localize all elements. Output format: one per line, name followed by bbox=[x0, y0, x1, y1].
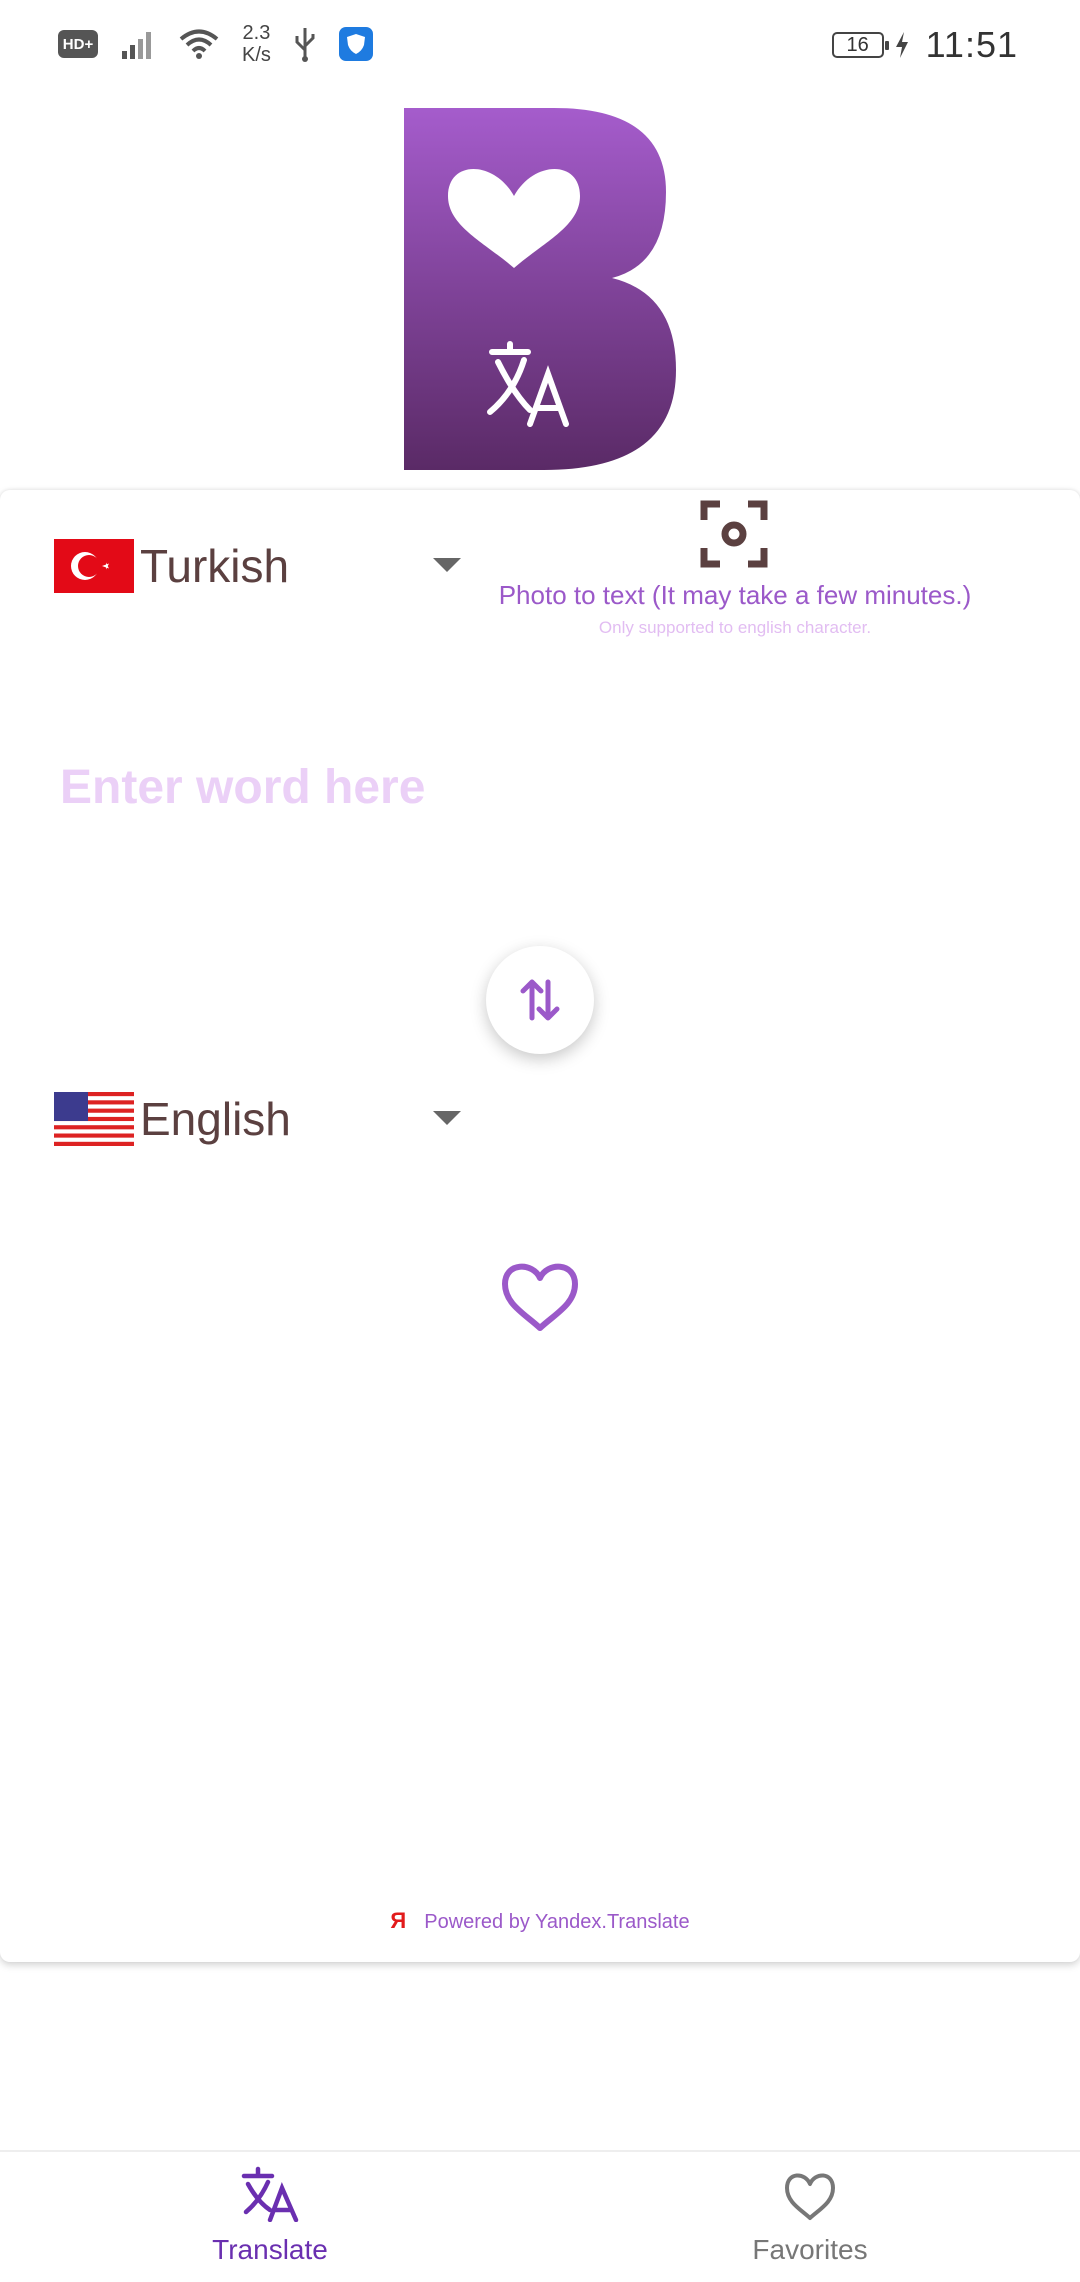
photo-to-text-note: Only supported to english character. bbox=[598, 618, 872, 637]
speed-value: 2.3 bbox=[242, 22, 271, 44]
target-dropdown-arrow-icon[interactable] bbox=[433, 1111, 461, 1125]
favorites-heart-icon bbox=[785, 2173, 835, 2220]
source-dropdown-arrow-icon[interactable] bbox=[433, 558, 461, 572]
usb-icon bbox=[295, 28, 315, 62]
swap-languages-button[interactable] bbox=[486, 946, 594, 1054]
bottom-navigation: Translate Favorites bbox=[0, 2150, 1080, 2282]
status-bar: HD+ 2.3 K/s 16 11:51 bbox=[0, 0, 1080, 92]
target-language-label: English bbox=[140, 1093, 291, 1145]
nav-tab-translate[interactable]: Translate bbox=[120, 2166, 420, 2266]
add-favorite-heart-icon[interactable] bbox=[499, 1258, 581, 1332]
yandex-logo-icon: Я bbox=[390, 1908, 407, 1933]
source-language-label: Turkish bbox=[140, 540, 290, 592]
target-language-selector[interactable]: English bbox=[54, 1089, 291, 1149]
word-input[interactable] bbox=[60, 752, 960, 822]
app-logo bbox=[404, 108, 676, 470]
turkey-flag-icon bbox=[54, 539, 134, 593]
nav-tab-favorites[interactable]: Favorites bbox=[660, 2166, 960, 2266]
us-flag-icon bbox=[54, 1092, 134, 1146]
status-right: 16 11:51 bbox=[831, 24, 1018, 66]
clock: 11:51 bbox=[925, 24, 1018, 65]
charging-icon bbox=[895, 32, 908, 58]
photo-to-text-label[interactable]: Photo to text (It may take a few minutes… bbox=[470, 580, 1000, 611]
status-left: HD+ 2.3 K/s bbox=[58, 22, 373, 66]
source-language-selector[interactable]: Turkish bbox=[54, 536, 289, 596]
hd-badge: HD+ bbox=[58, 30, 98, 58]
swap-arrows-icon bbox=[520, 979, 560, 1021]
speed-unit: K/s bbox=[242, 44, 271, 66]
wifi-icon bbox=[179, 29, 219, 59]
translate-icon bbox=[241, 2166, 299, 2222]
nav-translate-label: Translate bbox=[212, 2234, 328, 2265]
powered-by-footer[interactable]: Я Powered by Yandex.Translate bbox=[0, 1908, 1080, 1934]
photo-scan-icon[interactable] bbox=[700, 500, 768, 568]
nav-favorites-label: Favorites bbox=[752, 2234, 868, 2265]
translate-card bbox=[0, 490, 1080, 1962]
powered-by-label: Powered by Yandex.Translate bbox=[424, 1911, 690, 1933]
shield-icon bbox=[338, 27, 373, 61]
network-speed: 2.3 K/s bbox=[242, 22, 271, 66]
battery-icon: 16 bbox=[831, 32, 889, 58]
signal-icon bbox=[122, 32, 151, 59]
